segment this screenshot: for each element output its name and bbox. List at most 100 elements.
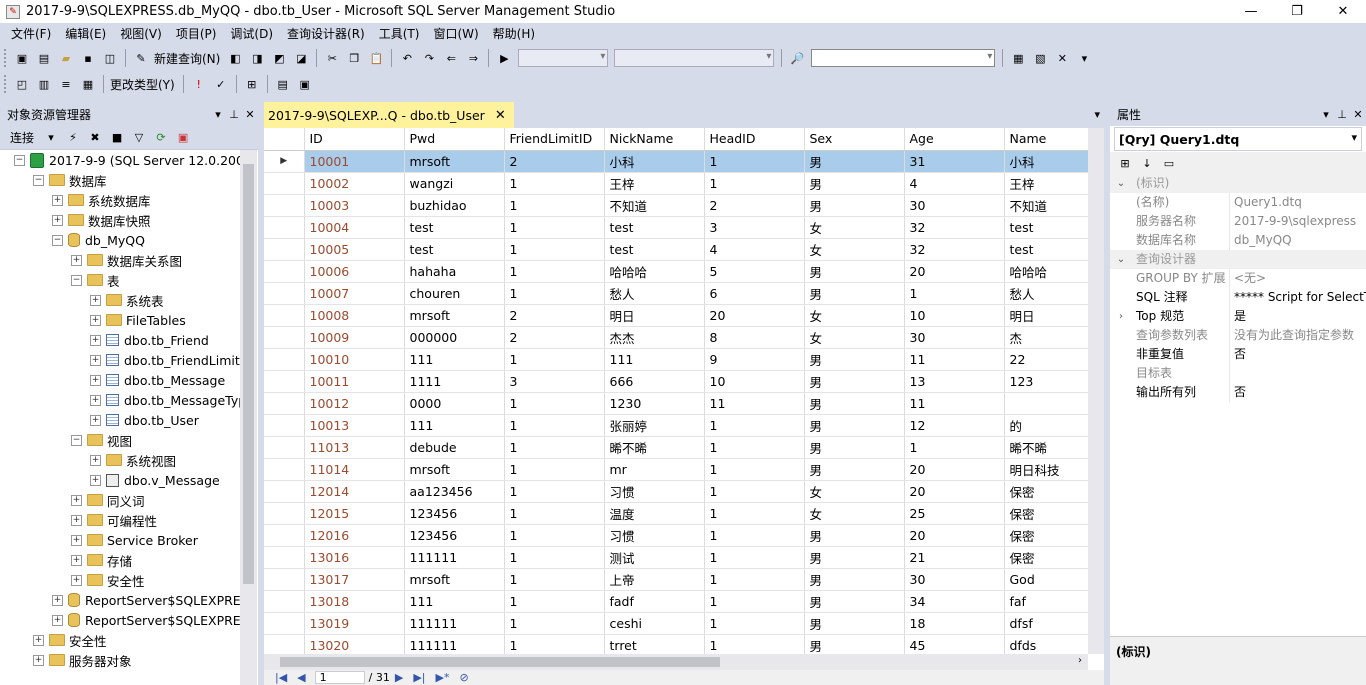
property-row[interactable]: 查询参数列表 没有为此查询指定参数: [1110, 326, 1366, 345]
grid-cell[interactable]: 32: [904, 238, 1005, 261]
grid-cell[interactable]: 20: [904, 480, 1005, 503]
row-selector[interactable]: [264, 568, 305, 591]
grid-cell[interactable]: 明日: [604, 304, 705, 327]
tree-node[interactable]: + 同义词: [0, 490, 240, 510]
grid-cell[interactable]: dfsf: [1004, 612, 1088, 635]
grid-cell[interactable]: 10: [904, 304, 1005, 327]
grid-cell[interactable]: 愁人: [1004, 282, 1088, 305]
grid-cell[interactable]: hahaha: [404, 260, 505, 283]
grid-cell[interactable]: 111: [404, 590, 505, 613]
grid-cell[interactable]: mrsoft: [404, 568, 505, 591]
window-options-icon[interactable]: ▾: [1075, 49, 1093, 67]
grid-cell[interactable]: 123456: [404, 502, 505, 525]
grid-cell[interactable]: 9: [704, 348, 805, 371]
grid-cell[interactable]: 1: [504, 348, 605, 371]
show-results-icon[interactable]: ▦: [79, 75, 97, 93]
menu-tools[interactable]: 工具(T): [372, 25, 427, 42]
grid-cell[interactable]: 哈哈哈: [1004, 260, 1088, 283]
row-selector[interactable]: [264, 238, 305, 261]
grid-cell[interactable]: 习惯: [604, 524, 705, 547]
scrollbar-thumb[interactable]: [243, 164, 254, 584]
disconnect-icon[interactable]: ✖: [86, 129, 104, 147]
row-selector[interactable]: [264, 348, 305, 371]
expand-icon[interactable]: +: [90, 294, 101, 306]
grid-cell[interactable]: 男: [804, 546, 905, 569]
menu-edit[interactable]: 编辑(E): [58, 25, 113, 42]
grid-cell[interactable]: 111: [404, 414, 505, 437]
column-header[interactable]: Name: [1004, 128, 1088, 151]
last-record-icon[interactable]: ▶|: [413, 671, 425, 684]
activity-monitor-icon[interactable]: ▣: [174, 129, 192, 147]
tree-node[interactable]: − 视图: [0, 430, 240, 450]
panel-close-icon[interactable]: ✕: [242, 108, 258, 121]
property-row[interactable]: 数据库名称 db_MyQQ: [1110, 231, 1366, 250]
table-row[interactable]: 10010 111 1 111 9 男 11 22: [264, 348, 1088, 371]
grid-cell[interactable]: 上帝: [604, 568, 705, 591]
row-selector[interactable]: [264, 480, 305, 503]
grid-cell[interactable]: 1: [704, 172, 805, 195]
property-value[interactable]: 否: [1230, 383, 1366, 402]
grid-cell[interactable]: 10006: [304, 260, 405, 283]
grid-cell[interactable]: 张丽婷: [604, 414, 705, 437]
scroll-right-icon[interactable]: ›: [1078, 655, 1082, 666]
row-selector[interactable]: [264, 634, 305, 654]
grid-cell[interactable]: chouren: [404, 282, 505, 305]
table-row[interactable]: 13018 111 1 fadf 1 男 34 faf: [264, 590, 1088, 613]
grid-cell[interactable]: 1: [704, 634, 805, 654]
grid-cell[interactable]: 123: [1004, 370, 1088, 393]
grid-cell[interactable]: 1: [504, 458, 605, 481]
grid-cell[interactable]: 1111: [404, 370, 505, 393]
grid-cell[interactable]: 12016: [304, 524, 405, 547]
grid-cell[interactable]: 男: [804, 260, 905, 283]
grid-cell[interactable]: 18: [904, 612, 1005, 635]
grid-cell[interactable]: 10012: [304, 392, 405, 415]
connect-dropdown-icon[interactable]: ▾: [42, 129, 60, 147]
property-value[interactable]: Query1.dtq: [1230, 193, 1366, 212]
grid-cell[interactable]: 1: [704, 458, 805, 481]
tab-list-dropdown-icon[interactable]: ▾: [1094, 108, 1100, 121]
grid-cell[interactable]: mrsoft: [404, 150, 505, 173]
property-row[interactable]: 非重复值否: [1110, 345, 1366, 364]
column-header[interactable]: HeadID: [704, 128, 805, 151]
grid-cell[interactable]: 8: [704, 326, 805, 349]
grid-cell[interactable]: 1: [504, 172, 605, 195]
new-record-icon[interactable]: ▶*: [435, 671, 449, 684]
row-selector[interactable]: [264, 172, 305, 195]
table-row[interactable]: 13020 111111 1 trret 1 男 45 dfds: [264, 634, 1088, 654]
grid-cell[interactable]: 111: [604, 348, 705, 371]
grid-cell[interactable]: 晞不晞: [604, 436, 705, 459]
property-value[interactable]: 否: [1230, 345, 1366, 364]
query-db-icon[interactable]: ◧: [226, 49, 244, 67]
expand-icon[interactable]: ›: [1110, 311, 1132, 322]
grid-cell[interactable]: 20: [904, 260, 1005, 283]
object-explorer-scrollbar[interactable]: [240, 150, 257, 685]
grid-cell[interactable]: 男: [804, 458, 905, 481]
show-diagram-icon[interactable]: ◰: [13, 75, 31, 93]
tree-node[interactable]: + 可编程性: [0, 510, 240, 530]
grid-cell[interactable]: 男: [804, 392, 905, 415]
grid-cell[interactable]: 11: [704, 392, 805, 415]
grid-cell[interactable]: 1: [504, 194, 605, 217]
collapse-icon[interactable]: ⌄: [1110, 254, 1132, 265]
grid-cell[interactable]: 1: [704, 524, 805, 547]
grid-cell[interactable]: 1: [504, 546, 605, 569]
table-row[interactable]: 10007 chouren 1 愁人 6 男 1 愁人: [264, 282, 1088, 305]
copy-icon[interactable]: ❐: [345, 49, 363, 67]
grid-cell[interactable]: 111111: [404, 612, 505, 635]
grid-cell[interactable]: 31: [904, 150, 1005, 173]
grid-cell[interactable]: God: [1004, 568, 1088, 591]
query-dmx-icon[interactable]: ◩: [270, 49, 288, 67]
grid-cell[interactable]: 30: [904, 194, 1005, 217]
grid-cell[interactable]: 的: [1004, 414, 1088, 437]
current-record-input[interactable]: 1: [314, 671, 365, 684]
tree-node[interactable]: + 系统表: [0, 290, 240, 310]
grid-cell[interactable]: 男: [804, 194, 905, 217]
grid-cell[interactable]: 哈哈哈: [604, 260, 705, 283]
table-row[interactable]: 11014 mrsoft 1 mr 1 男 20 明日科技: [264, 458, 1088, 481]
grid-cell[interactable]: 1: [504, 436, 605, 459]
menu-query-designer[interactable]: 查询设计器(R): [280, 25, 372, 42]
table-row[interactable]: 13019 111111 1 ceshi 1 男 18 dfsf: [264, 612, 1088, 635]
expand-icon[interactable]: +: [90, 314, 101, 326]
grid-cell[interactable]: 10005: [304, 238, 405, 261]
grid-cell[interactable]: 愁人: [604, 282, 705, 305]
